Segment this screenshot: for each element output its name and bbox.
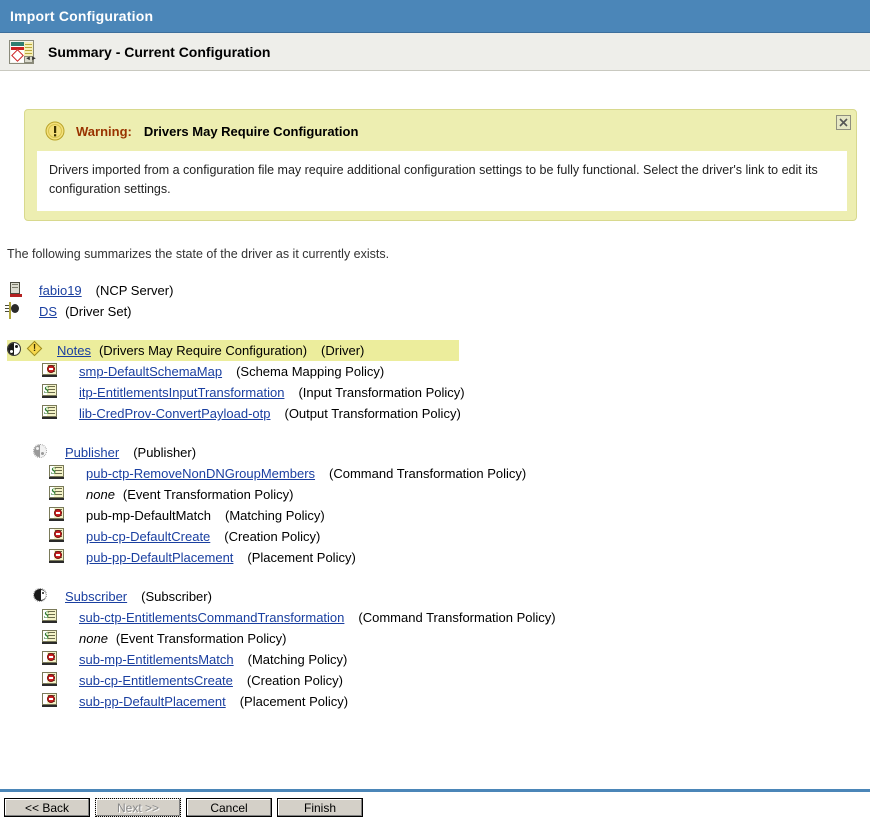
page-header: ◄► Summary - Current Configuration — [0, 33, 870, 71]
policy-value-none: none — [79, 631, 108, 646]
publisher-icon — [33, 444, 51, 461]
back-button[interactable]: << Back — [4, 798, 90, 817]
intro-text: The following summarizes the state of th… — [7, 245, 407, 264]
spacer — [7, 322, 870, 340]
subscriber-type: (Subscriber) — [141, 589, 212, 604]
policy-link[interactable]: pub-ctp-RemoveNonDNGroupMembers — [86, 466, 315, 481]
policy-link[interactable]: sub-mp-EntitlementsMatch — [79, 652, 234, 667]
policy-type: (Schema Mapping Policy) — [236, 364, 384, 379]
policy-type: (Creation Policy) — [224, 529, 320, 544]
creation-policy-icon — [40, 672, 58, 689]
spacer — [7, 568, 870, 586]
driver-type: (Driver) — [321, 343, 364, 358]
policy-type: (Event Transformation Policy) — [123, 487, 294, 502]
driver-set-type: (Driver Set) — [65, 304, 131, 319]
policy-type: (Placement Policy) — [247, 550, 355, 565]
policy-link[interactable]: sub-pp-DefaultPlacement — [79, 694, 226, 709]
spacer — [7, 424, 870, 442]
tree-row-policy: smp-DefaultSchemaMap (Schema Mapping Pol… — [40, 361, 870, 382]
tree-row-publisher: Publisher (Publisher) — [33, 442, 870, 463]
transformation-policy-icon: S — [40, 609, 58, 626]
tree-row-policy: pub-mp-DefaultMatch (Matching Policy) — [47, 505, 870, 526]
policy-link[interactable]: pub-pp-DefaultPlacement — [86, 550, 233, 565]
policy-type: (Placement Policy) — [240, 694, 348, 709]
policy-link[interactable]: lib-CredProv-ConvertPayload-otp — [79, 406, 270, 421]
cancel-button[interactable]: Cancel — [186, 798, 272, 817]
matching-policy-icon — [47, 507, 65, 524]
schema-mapping-policy-icon — [40, 363, 58, 380]
transformation-policy-icon: S — [47, 465, 65, 482]
transformation-policy-icon: S — [40, 630, 58, 647]
warning-title: Drivers May Require Configuration — [144, 124, 359, 139]
server-type: (NCP Server) — [96, 283, 174, 298]
subscriber-icon — [33, 588, 51, 605]
subscriber-link[interactable]: Subscriber — [65, 589, 127, 604]
driver-link[interactable]: Notes — [57, 343, 91, 358]
tree-row-driver-set: DS (Driver Set) — [7, 301, 870, 322]
policy-type: (Command Transformation Policy) — [358, 610, 555, 625]
warning-triangle-icon: ! — [25, 342, 43, 359]
close-icon[interactable] — [836, 115, 851, 130]
transformation-policy-icon: S — [40, 384, 58, 401]
footer-button-bar: << Back Next >> Cancel Finish — [0, 792, 870, 823]
tree-row-policy: sub-cp-EntitlementsCreate (Creation Poli… — [40, 670, 870, 691]
window-title: Import Configuration — [10, 8, 153, 24]
tree-row-policy: pub-cp-DefaultCreate (Creation Policy) — [47, 526, 870, 547]
tree-row-policy: sub-mp-EntitlementsMatch (Matching Polic… — [40, 649, 870, 670]
tree-row-driver: ! Notes (Drivers May Require Configurati… — [7, 340, 459, 361]
tree-row-policy: S itp-EntitlementsInputTransformation (I… — [40, 382, 870, 403]
policy-type: (Event Transformation Policy) — [116, 631, 287, 646]
tree-row-policy: sub-pp-DefaultPlacement (Placement Polic… — [40, 691, 870, 712]
warning-label: Warning: — [76, 124, 132, 139]
driver-status: (Drivers May Require Configuration) — [99, 343, 307, 358]
page-title: Summary - Current Configuration — [48, 44, 270, 60]
tree-row-server: fabio19 (NCP Server) — [7, 280, 870, 301]
policy-link[interactable]: pub-cp-DefaultCreate — [86, 529, 210, 544]
policy-value-none: none — [86, 487, 115, 502]
ncp-server-icon — [7, 282, 25, 299]
warning-panel-wrapper: Warning: Drivers May Require Configurati… — [24, 109, 857, 221]
configuration-tree: fabio19 (NCP Server) DS (Driver Set) ! N… — [7, 280, 870, 712]
warning-panel: Warning: Drivers May Require Configurati… — [24, 109, 857, 221]
server-link[interactable]: fabio19 — [39, 283, 82, 298]
tree-row-policy: S pub-ctp-RemoveNonDNGroupMembers (Comma… — [47, 463, 870, 484]
matching-policy-icon — [40, 651, 58, 668]
driver-icon — [7, 342, 25, 359]
policy-link[interactable]: smp-DefaultSchemaMap — [79, 364, 222, 379]
finish-button[interactable]: Finish — [277, 798, 363, 817]
policy-type: (Input Transformation Policy) — [298, 385, 464, 400]
summary-config-icon: ◄► — [9, 40, 34, 64]
next-button: Next >> — [95, 798, 181, 817]
warning-header: Warning: Drivers May Require Configurati… — [37, 119, 847, 143]
warning-body-text: Drivers imported from a configuration fi… — [37, 151, 847, 211]
tree-row-policy: S none (Event Transformation Policy) — [47, 484, 870, 505]
tree-row-policy: S sub-ctp-EntitlementsCommandTransformat… — [40, 607, 870, 628]
window-title-bar: Import Configuration — [0, 0, 870, 33]
policy-type: (Matching Policy) — [225, 508, 325, 523]
policy-type: (Output Transformation Policy) — [284, 406, 460, 421]
tree-row-policy: pub-pp-DefaultPlacement (Placement Polic… — [47, 547, 870, 568]
publisher-type: (Publisher) — [133, 445, 196, 460]
placement-policy-icon — [40, 693, 58, 710]
tree-row-subscriber: Subscriber (Subscriber) — [33, 586, 870, 607]
creation-policy-icon — [47, 528, 65, 545]
policy-link[interactable]: sub-ctp-EntitlementsCommandTransformatio… — [79, 610, 344, 625]
warning-icon — [45, 121, 65, 141]
transformation-policy-icon: S — [40, 405, 58, 422]
transformation-policy-icon: S — [47, 486, 65, 503]
tree-row-policy: S lib-CredProv-ConvertPayload-otp (Outpu… — [40, 403, 870, 424]
driver-set-icon — [7, 303, 25, 320]
publisher-link[interactable]: Publisher — [65, 445, 119, 460]
placement-policy-icon — [47, 549, 65, 566]
tree-row-policy: S none (Event Transformation Policy) — [40, 628, 870, 649]
policy-link[interactable]: sub-cp-EntitlementsCreate — [79, 673, 233, 688]
policy-type: (Creation Policy) — [247, 673, 343, 688]
driver-set-link[interactable]: DS — [39, 304, 57, 319]
policy-type: (Matching Policy) — [248, 652, 348, 667]
policy-link[interactable]: itp-EntitlementsInputTransformation — [79, 385, 284, 400]
policy-type: (Command Transformation Policy) — [329, 466, 526, 481]
policy-value: pub-mp-DefaultMatch — [86, 508, 211, 523]
